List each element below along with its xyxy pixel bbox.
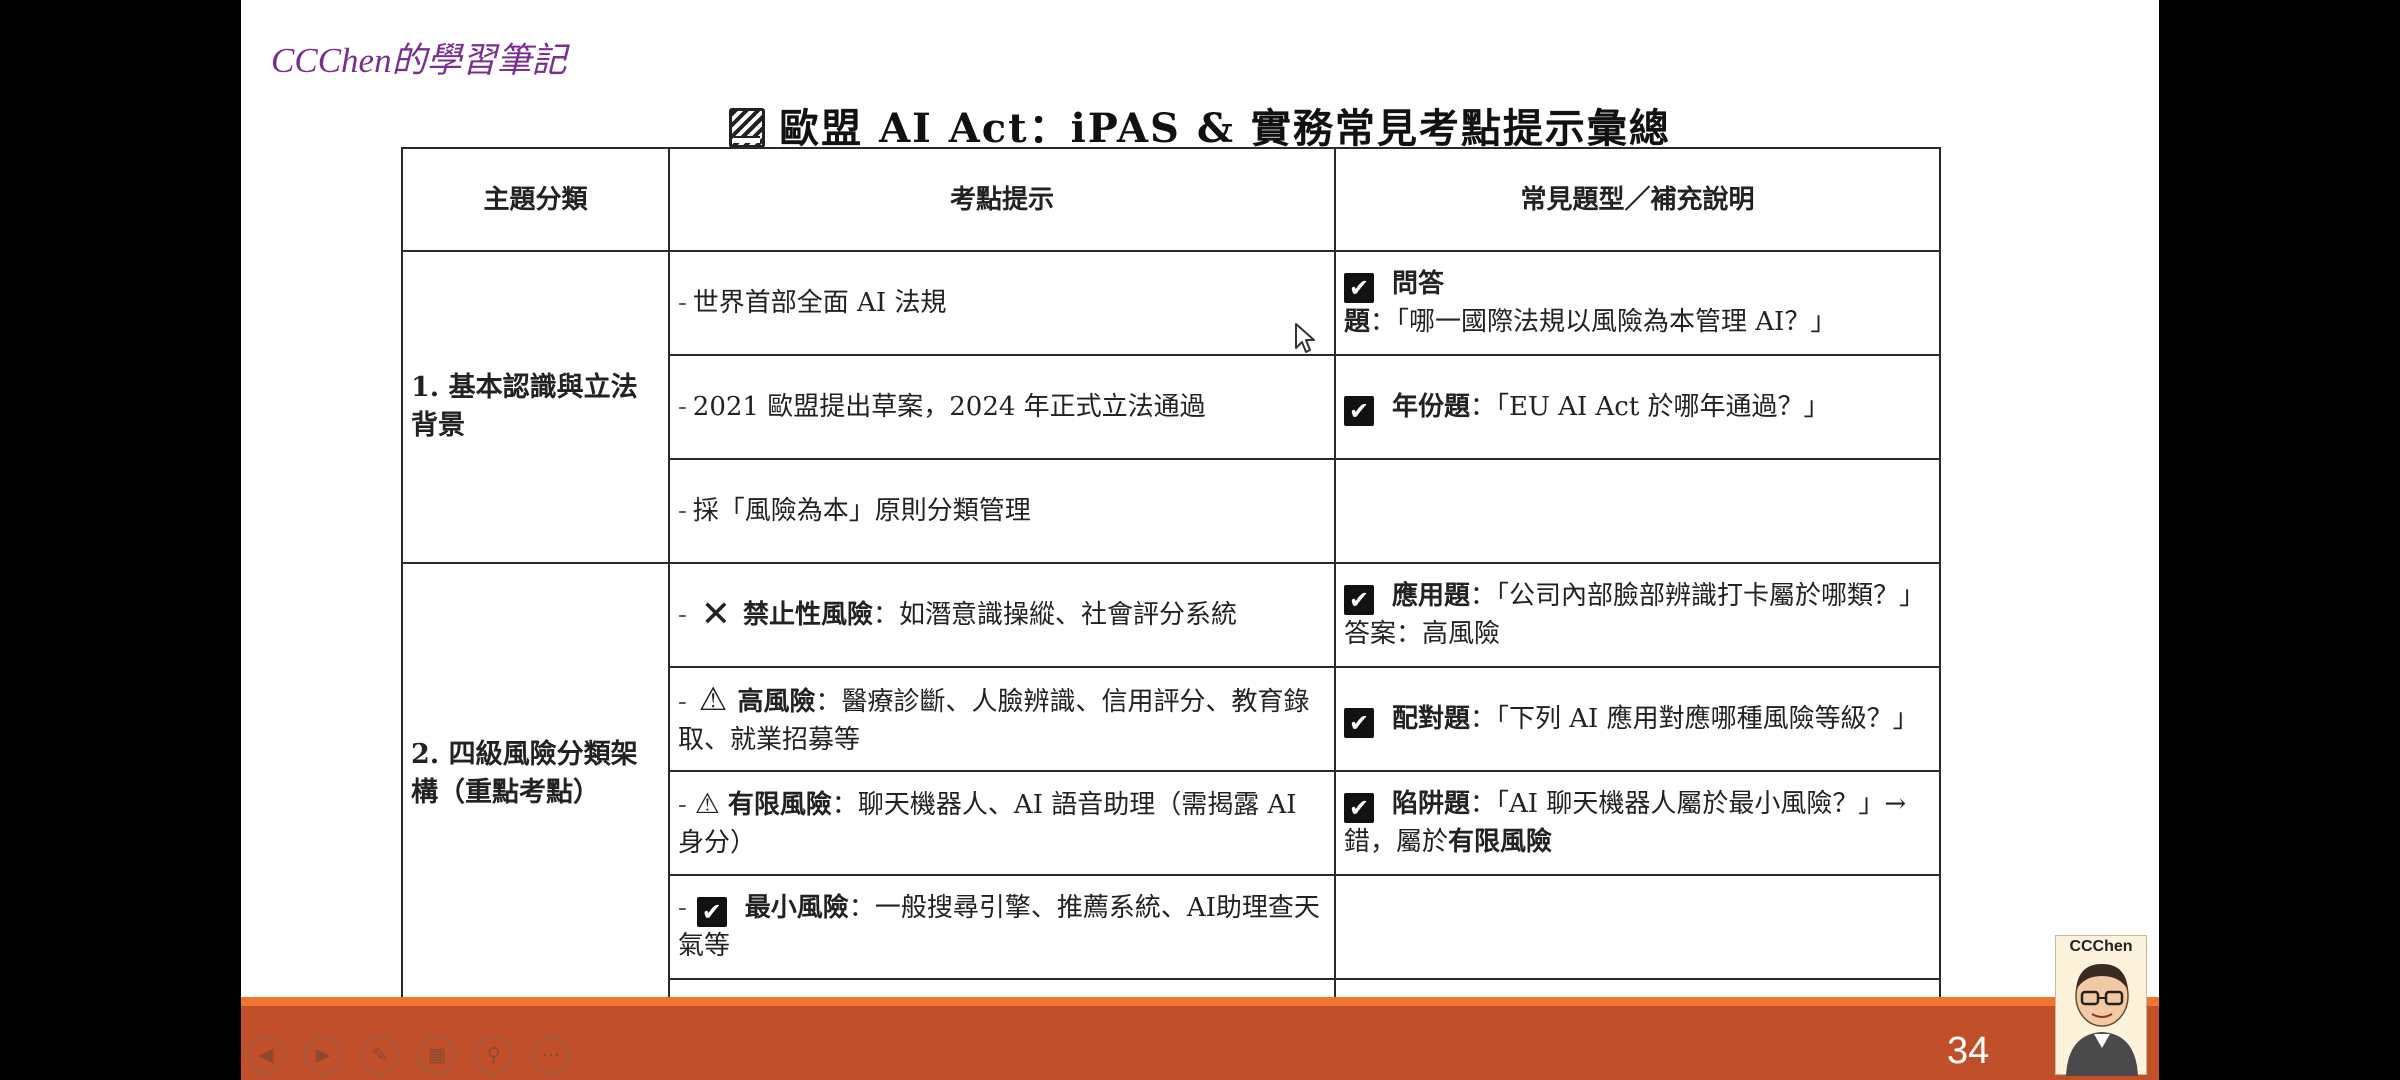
header-points: 考點提示: [668, 147, 1336, 252]
pen-icon[interactable]: ✎: [361, 1036, 399, 1074]
risk-label: 有限風險: [727, 789, 832, 820]
note-cell: ✔ 問答題：「哪一國際法規以風險為本管理 AI？」: [1334, 250, 1941, 356]
point-cell: -2021 歐盟提出草案，2024 年正式立法通過: [668, 354, 1336, 460]
note-bold-tail: 有限風險: [1448, 827, 1553, 857]
point-text: 世界首部全面 AI 法規: [692, 288, 947, 318]
point-text: 2021 歐盟提出草案，2024 年正式立法通過: [692, 392, 1206, 422]
category-cell: 1. 基本認識與立法背景: [401, 250, 670, 564]
slide-title-text: 歐盟 AI Act：iPAS & 實務常見考點提示彙總: [779, 105, 1671, 152]
header-notes: 常見題型／補充說明: [1334, 147, 1941, 252]
risk-label: 高風險: [737, 686, 816, 717]
checkbox-icon: ✔: [1344, 273, 1374, 303]
risk-desc: ：如潛意識操縱、社會評分系統: [872, 600, 1237, 630]
note-cell: ✔ 年份題：「EU AI Act 於哪年通過？」: [1334, 354, 1941, 460]
note-text: ：「哪一國際法規以風險為本管理 AI？」: [1370, 307, 1837, 337]
note-text: ：「下列 AI 應用對應哪種風險等級？」: [1470, 704, 1919, 734]
next-icon[interactable]: ▶: [304, 1036, 342, 1074]
point-cell: - ⚠ 有限風險：聊天機器人、AI 語音助理（需揭露 AI 身分）: [668, 770, 1336, 876]
point-cell: - 採「風險為本」原則分類管理: [668, 458, 1336, 564]
category-cell: 2. 四級風險分類架構（重點考點）: [401, 562, 670, 1012]
warning-icon: ⚠: [698, 679, 728, 718]
note-cell: ✔ 應用題：「公司內部臉部辨識打卡屬於哪類？」答案：高風險: [1334, 562, 1941, 668]
avatar-face-icon: [2066, 964, 2138, 1076]
checkbox-icon: ✔: [696, 897, 727, 927]
more-icon[interactable]: ⋯: [532, 1036, 570, 1074]
note-type: 年份題: [1392, 392, 1471, 422]
book-icon: [729, 108, 766, 148]
exam-points-table: 主題分類 考點提示 常見題型／補充說明 1. 基本認識與立法背景 - 世界首部全面…: [401, 147, 1941, 1012]
point-cell: - 世界首部全面 AI 法規: [668, 250, 1336, 356]
avatar-name: CCChen: [2069, 938, 2133, 955]
table-header-row: 主題分類 考點提示 常見題型／補充說明: [401, 147, 1941, 252]
header-category: 主題分類: [401, 147, 670, 252]
page-number: 34: [1947, 1030, 1990, 1072]
point-text: 採「風險為本」原則分類管理: [692, 496, 1031, 526]
checkbox-icon: ✔: [1344, 585, 1374, 615]
table-row: 2. 四級風險分類架構（重點考點） - ✕ 禁止性風險：如潛意識操縱、社會評分系統 …: [401, 562, 1941, 1012]
slide-title: 歐盟 AI Act：iPAS & 實務常見考點提示彙總: [241, 96, 2159, 154]
slideshow-toolbar: ◀ ▶ ✎ ▦ ⚲ ⋯ 34: [241, 997, 2159, 1080]
slide: CCChen的學習筆記 歐盟 AI Act：iPAS & 實務常見考點提示彙總 …: [241, 0, 2159, 1080]
point-cell: - ✔ 最小風險：一般搜尋引擎、推薦系統、AI助理查天氣等: [668, 874, 1336, 980]
note-cell-empty: [1334, 874, 1941, 980]
note-text: ：「EU AI Act 於哪年通過？」: [1470, 392, 1830, 422]
note-type: 配對題: [1392, 704, 1471, 734]
note-type: 應用題: [1392, 581, 1471, 611]
x-icon: ✕: [700, 594, 731, 635]
logo-text: CCChen的學習筆記: [271, 41, 567, 80]
point-cell: - ⚠ 高風險：醫療診斷、人臉辨識、信用評分、教育錄取、就業招募等: [668, 666, 1336, 772]
avatar: CCChen: [2055, 935, 2147, 1076]
checkbox-icon: ✔: [1344, 793, 1374, 823]
risk-label: 最小風險: [744, 893, 849, 923]
point-cell: - ✕ 禁止性風險：如潛意識操縱、社會評分系統: [668, 562, 1336, 668]
checkbox-icon: ✔: [1344, 396, 1374, 426]
warning-small-icon: ⚠: [694, 786, 720, 820]
table-row: 1. 基本認識與立法背景 - 世界首部全面 AI 法規 ✔ 問答題：「哪一國際法規以…: [401, 250, 1941, 564]
previous-icon[interactable]: ◀: [247, 1036, 285, 1074]
note-cell-empty: [1334, 458, 1941, 564]
note-cell: ✔ 陷阱題：「AI 聊天機器人屬於最小風險？」→ 錯，屬於有限風險: [1334, 770, 1941, 876]
slides-grid-icon[interactable]: ▦: [418, 1036, 456, 1074]
note-cell: ✔ 配對題：「下列 AI 應用對應哪種風險等級？」: [1334, 666, 1941, 772]
note-type: 陷阱題: [1392, 789, 1471, 819]
risk-label: 禁止性風險: [742, 600, 873, 630]
checkbox-icon: ✔: [1344, 708, 1374, 738]
zoom-icon[interactable]: ⚲: [475, 1036, 513, 1074]
mouse-cursor-icon: [1295, 323, 1315, 353]
